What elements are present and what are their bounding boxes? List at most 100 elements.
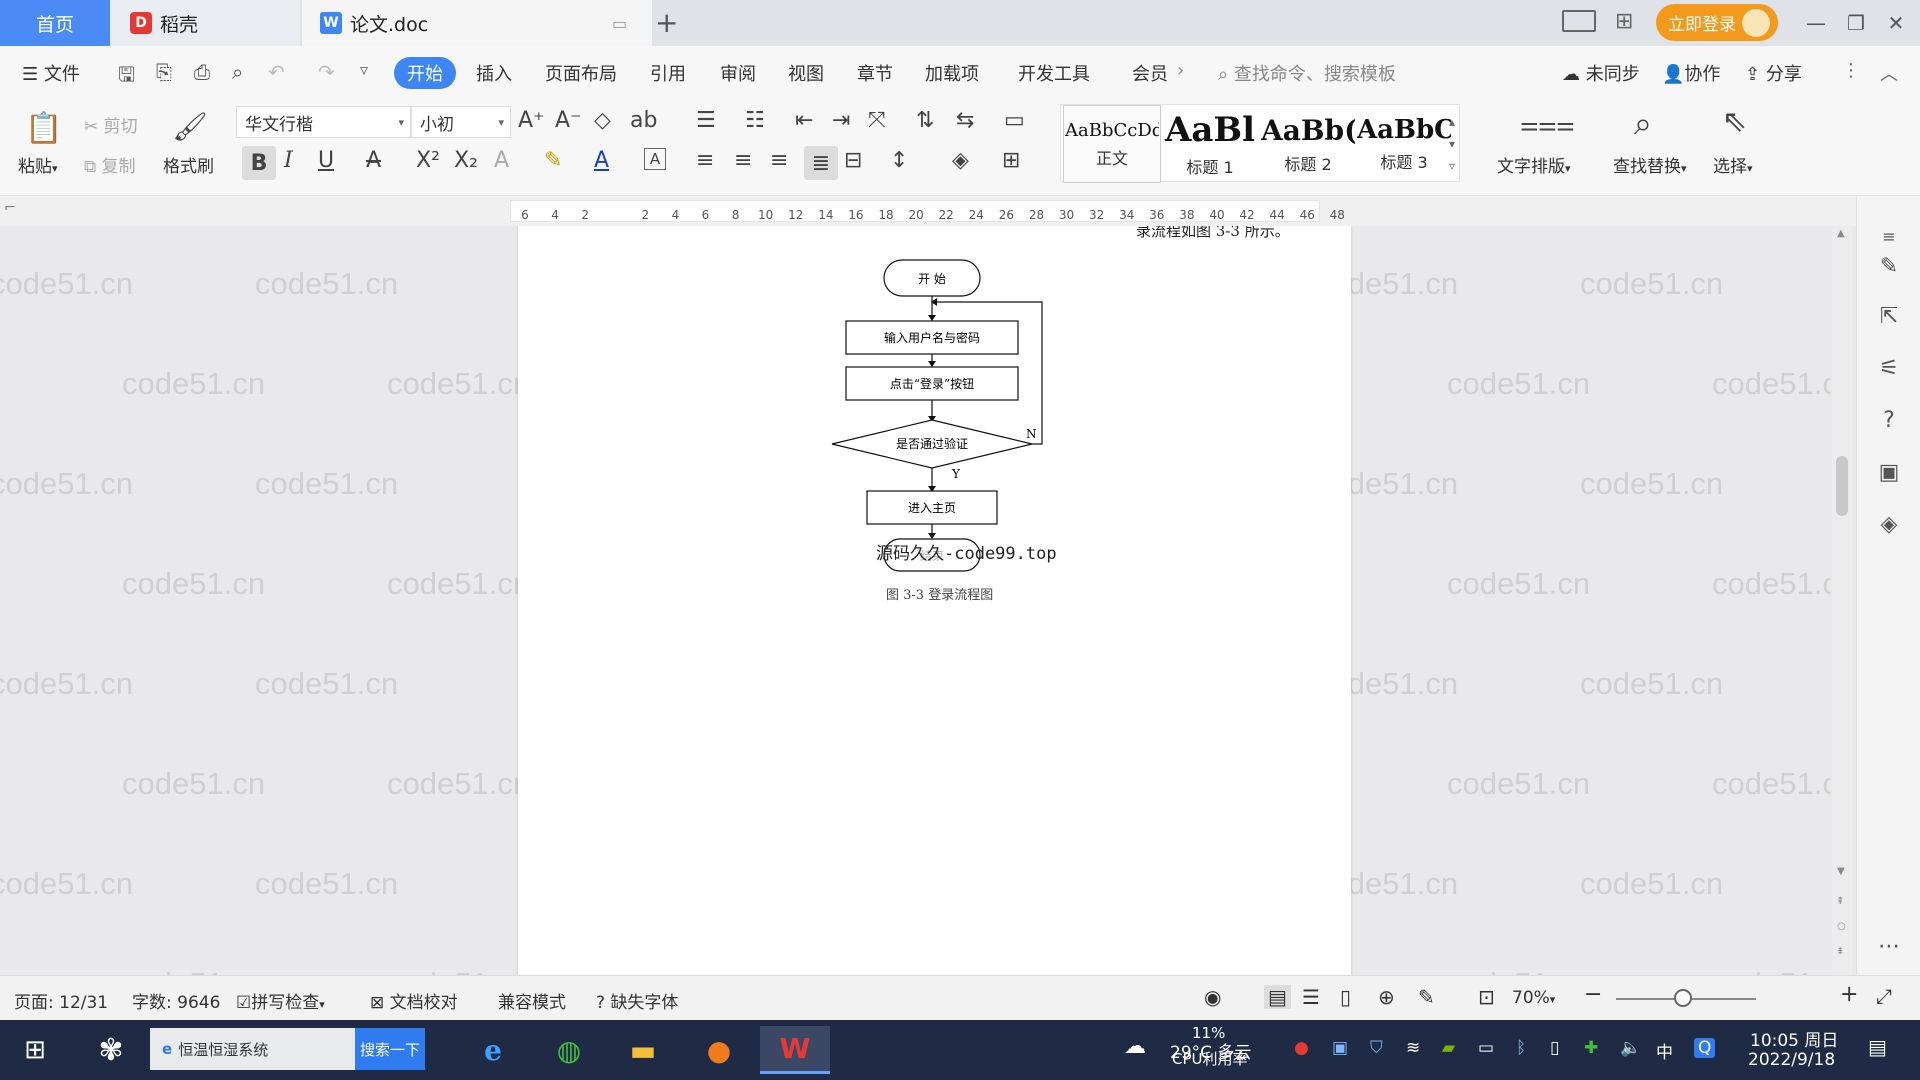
text-layout-button[interactable]: 文字排版▾	[1497, 152, 1571, 177]
italic-icon[interactable]: I	[284, 148, 293, 173]
bold-icon[interactable]: B	[242, 146, 276, 180]
word-count[interactable]: 字数: 9646	[132, 988, 220, 1013]
bullet-list-icon[interactable]: ☰	[696, 108, 716, 133]
prev-page-icon[interactable]: ⇞	[1836, 896, 1844, 907]
eye-protect-icon[interactable]: ◉	[1204, 985, 1221, 1009]
style-normal[interactable]: AaBbCcDd 正文	[1063, 105, 1161, 183]
font-grow-icon[interactable]: A⁺	[518, 108, 545, 133]
superscript-icon[interactable]: X²	[416, 148, 440, 173]
scroll-up-icon[interactable]: ▲	[1837, 228, 1845, 239]
subscript-icon[interactable]: X₂	[454, 148, 478, 173]
monitor-icon[interactable]: ▭	[612, 14, 627, 33]
underline-icon[interactable]: U	[318, 148, 334, 173]
menu-view[interactable]: 视图	[788, 60, 824, 86]
help-icon[interactable]: ?	[1873, 404, 1905, 436]
next-page-icon[interactable]: ⇟	[1836, 946, 1844, 957]
menu-review[interactable]: 审阅	[720, 60, 756, 86]
outline-view-icon[interactable]: ☰	[1302, 985, 1320, 1009]
layout-icon[interactable]	[1562, 10, 1596, 32]
strikethrough-icon[interactable]: A	[366, 148, 381, 173]
font-name-select[interactable]: 华文行楷 ▾	[236, 106, 411, 138]
menu-references[interactable]: 引用	[650, 60, 686, 86]
justify-icon[interactable]: ≣	[804, 146, 838, 180]
style-scroll-icon[interactable]: ▴ ▾ ▿	[1449, 111, 1455, 177]
select-browse-icon[interactable]: ○	[1837, 921, 1846, 932]
close-icon[interactable]: ✕	[1876, 6, 1916, 40]
menu-developer[interactable]: 开发工具	[1018, 60, 1090, 86]
file-explorer-icon[interactable]: ▬	[612, 1026, 674, 1074]
text-effect-icon[interactable]: A	[494, 148, 509, 173]
read-view-icon[interactable]: ▯	[1340, 985, 1351, 1009]
more-tools-icon[interactable]: ⋯	[1873, 930, 1905, 962]
align-left-icon[interactable]: ≡	[696, 148, 714, 173]
ruler-scale[interactable]: 6 4 2 2 4 6 8 10 12 14 16 18 20 22 24 26 28 30 32 34 36 38 40 4…	[510, 200, 1345, 222]
char-border-icon[interactable]: A	[644, 148, 666, 170]
game-app-icon[interactable]: ●	[688, 1026, 750, 1074]
text-layout-icon[interactable]: ⩶	[1520, 104, 1575, 143]
select-button[interactable]: 选择▾	[1713, 152, 1753, 177]
nvidia-icon[interactable]: ▰	[1442, 1038, 1455, 1058]
quick-access-dropdown-icon[interactable]: ▿	[360, 60, 368, 79]
image-tool-icon[interactable]: ▣	[1873, 456, 1905, 488]
fullscreen-icon[interactable]: ⤢	[1876, 984, 1892, 1008]
align-center-icon[interactable]: ≡	[734, 148, 752, 173]
highlight-icon[interactable]: ✎	[544, 148, 562, 173]
bluetooth-icon[interactable]: ᛒ	[1516, 1038, 1526, 1058]
share-button[interactable]: ⇪ 分享	[1745, 60, 1802, 86]
spell-check-button[interactable]: ☑拼写检查▾	[236, 988, 325, 1013]
login-button[interactable]: 立即登录	[1656, 4, 1778, 41]
decrease-indent-icon[interactable]: ⇤	[795, 108, 813, 133]
taskbar-search-button[interactable]: 搜索一下	[355, 1028, 425, 1070]
zoom-in-icon[interactable]: +	[1840, 982, 1858, 1007]
volume-icon[interactable]: 🔈	[1620, 1038, 1641, 1058]
browser-360-icon[interactable]: ◍	[538, 1026, 600, 1074]
numbered-list-icon[interactable]: ☷	[745, 108, 765, 133]
style-heading1[interactable]: AaBl 标题 1	[1161, 105, 1259, 183]
new-tab-icon[interactable]: +	[655, 6, 678, 39]
clock-time[interactable]: 10:05 周日	[1750, 1026, 1838, 1051]
page-indicator[interactable]: 页面: 12/31	[14, 988, 108, 1013]
notification-icon[interactable]: ▤	[1868, 1035, 1887, 1059]
usb-icon[interactable]: ▯	[1550, 1038, 1559, 1058]
scroll-down-icon[interactable]: ▼	[1837, 866, 1845, 877]
document-area[interactable]: code51.cn code51.cn code51.cn code51.cn code…	[0, 226, 1830, 975]
font-color-icon[interactable]: A	[594, 148, 609, 173]
tray-q-icon[interactable]: Q	[1694, 1038, 1716, 1058]
undo-icon[interactable]: ↶	[268, 60, 285, 84]
cursor-tool-icon[interactable]: ⇱	[1873, 300, 1905, 332]
taskbar-search-box[interactable]: e 恒温恒湿系统	[150, 1028, 355, 1070]
panel-menu-icon[interactable]: ≡	[1873, 220, 1905, 252]
ruler-toggle-icon[interactable]: ▭	[1004, 108, 1025, 133]
collab-button[interactable]: 👤协作	[1662, 60, 1720, 86]
find-replace-button[interactable]: 查找替换▾	[1613, 152, 1687, 177]
wifi-icon[interactable]: ≋	[1406, 1038, 1420, 1058]
zoom-level[interactable]: 70%▾	[1512, 988, 1555, 1008]
paste-button[interactable]: 粘贴▾	[18, 152, 58, 177]
apps-grid-icon[interactable]: ⊞	[1615, 9, 1633, 34]
ime-indicator[interactable]: 中	[1656, 1038, 1673, 1063]
tray-security-icon[interactable]: ▣	[1332, 1038, 1348, 1058]
missing-font-button[interactable]: ? 缺失字体	[596, 988, 678, 1013]
command-search[interactable]: ⌕ 查找命令、搜索模板	[1218, 60, 1396, 86]
menu-member[interactable]: 会员	[1132, 60, 1168, 86]
battery-icon[interactable]: ▭	[1478, 1038, 1494, 1058]
menu-start[interactable]: 开始	[394, 57, 456, 89]
wps-taskbar-icon[interactable]: W	[760, 1026, 830, 1074]
fit-page-icon[interactable]: ⊡	[1478, 985, 1495, 1009]
phonetic-icon[interactable]: ab	[630, 108, 657, 133]
redo-icon[interactable]: ↷	[318, 60, 335, 84]
more-options-icon[interactable]: ⋮	[1842, 60, 1860, 81]
tab-document[interactable]: W 论文.doc ▭	[302, 0, 652, 46]
app-swirl-icon[interactable]: ✾	[80, 1026, 142, 1074]
font-size-select[interactable]: 小初 ▾	[411, 106, 511, 138]
web-view-icon[interactable]: ⊕	[1378, 985, 1395, 1009]
document-page[interactable]: 录流程如图 3-3 所示。 开 始 输入用户名与密码 点击“登录”按钮 是否通过…	[518, 226, 1351, 975]
zoom-out-icon[interactable]: −	[1584, 982, 1602, 1007]
format-painter-button[interactable]: 格式刷	[163, 152, 214, 177]
menu-insert[interactable]: 插入	[476, 60, 512, 86]
style-heading3[interactable]: AaBbC 标题 3	[1355, 105, 1453, 183]
compass-icon[interactable]: ◈	[1873, 508, 1905, 540]
menu-addins[interactable]: 加载项	[925, 60, 979, 86]
sync-button[interactable]: ☁ 未同步	[1562, 60, 1640, 86]
preview-icon[interactable]: ⌕	[232, 60, 243, 84]
